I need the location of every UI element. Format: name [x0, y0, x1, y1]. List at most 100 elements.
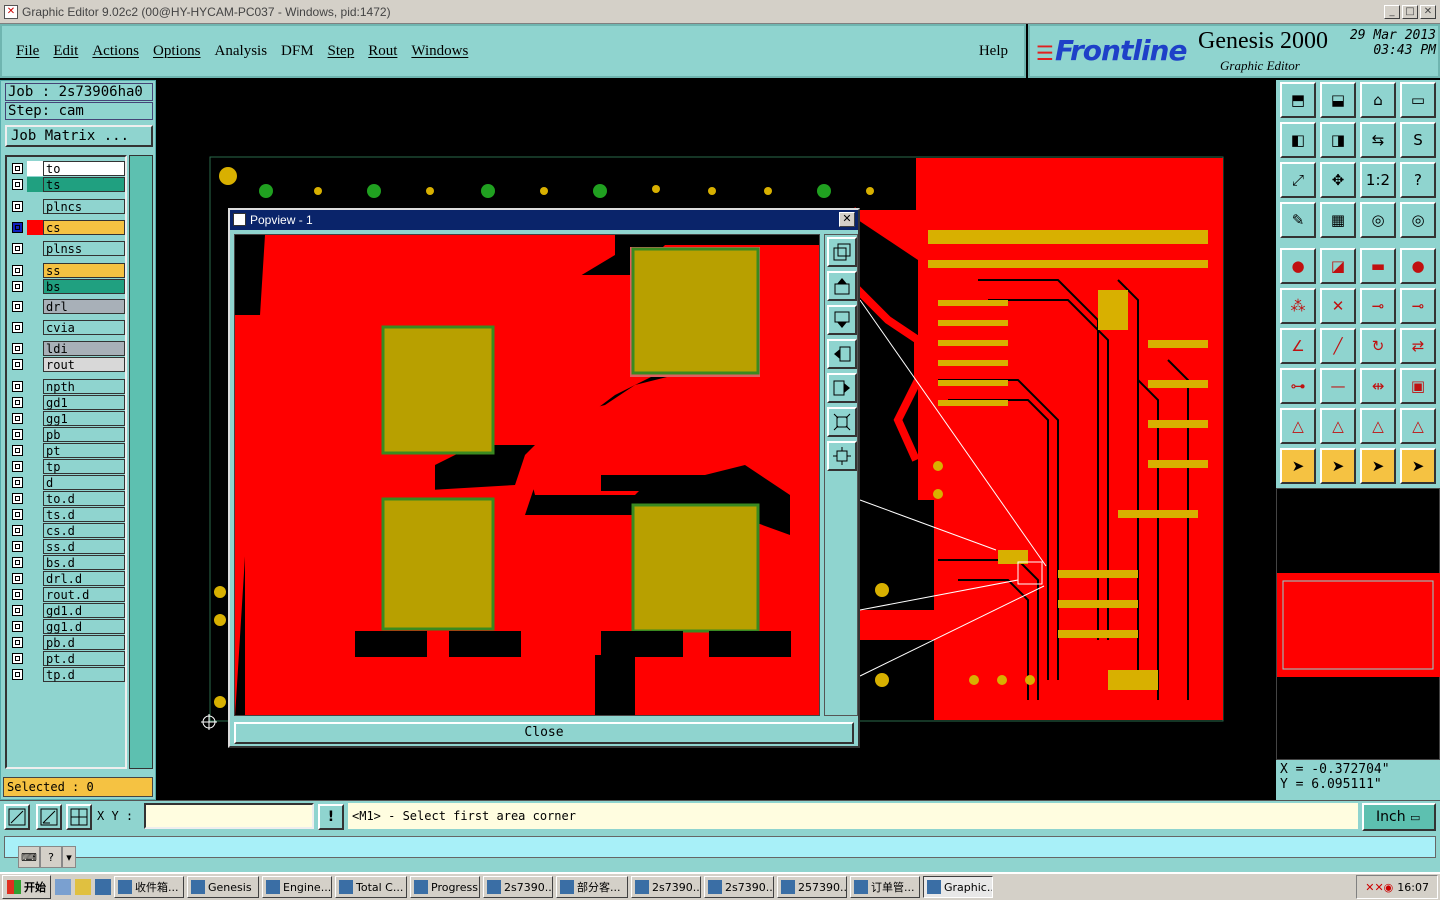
grid-icon[interactable]: ▦ — [1320, 202, 1356, 238]
layer-color-swatch[interactable] — [27, 177, 43, 192]
layer-checkbox[interactable] — [12, 541, 23, 552]
layer-row-tp[interactable]: tp — [9, 459, 125, 474]
layer-color-swatch[interactable] — [27, 635, 43, 650]
layer-checkbox[interactable] — [12, 493, 23, 504]
menu-step[interactable]: Step — [328, 43, 355, 60]
layer-checkbox[interactable] — [12, 301, 23, 312]
save-icon[interactable]: ⬓ — [1320, 82, 1356, 118]
menu-analysis[interactable]: Analysis — [215, 43, 268, 60]
layer-color-swatch[interactable] — [27, 357, 43, 372]
layer-checkbox[interactable] — [12, 413, 23, 424]
ruler-icon[interactable]: ▬ — [1360, 248, 1396, 284]
layer-name[interactable]: tp.d — [43, 667, 125, 682]
select-box-icon[interactable]: ➤ — [1320, 448, 1356, 484]
triangle3-icon[interactable]: △ — [1360, 408, 1396, 444]
ie-icon[interactable] — [95, 879, 111, 895]
layer-name[interactable]: pt — [43, 443, 125, 458]
layer-row-cs-d[interactable]: cs.d — [9, 523, 125, 538]
minimize-button[interactable]: _ — [1384, 4, 1400, 19]
layer-checkbox[interactable] — [12, 163, 23, 174]
triangle-tool-icon[interactable]: △ — [1280, 408, 1316, 444]
layer-name[interactable]: ss — [43, 263, 125, 278]
layer-checkbox[interactable] — [12, 281, 23, 292]
layer-color-swatch[interactable] — [27, 571, 43, 586]
layer-list-scrollbar[interactable] — [129, 155, 153, 769]
select-lasso-icon[interactable]: ➤ — [1360, 448, 1396, 484]
layer-checkbox[interactable] — [12, 525, 23, 536]
task-item[interactable]: 2s7390... — [631, 876, 701, 898]
move-tool-icon[interactable]: ⊶ — [1280, 368, 1316, 404]
snap-s-icon[interactable]: S — [1400, 122, 1436, 158]
angle-tool-icon[interactable]: ∠ — [1280, 328, 1316, 364]
layer-color-swatch[interactable] — [27, 555, 43, 570]
layer-row-to-d[interactable]: to.d — [9, 491, 125, 506]
select-pointer-icon[interactable]: ➤ — [1280, 448, 1316, 484]
layer-checkbox[interactable] — [12, 222, 23, 233]
task-item[interactable]: Total C... — [335, 876, 407, 898]
layer-row-ldi[interactable]: ldi — [9, 341, 125, 356]
shape-tool-icon[interactable]: ◪ — [1320, 248, 1356, 284]
layer-color-swatch[interactable] — [27, 299, 43, 314]
layer-name[interactable]: d — [43, 475, 125, 490]
layer-name[interactable]: ts — [43, 177, 125, 192]
pan-left-icon[interactable]: ◧ — [1280, 122, 1316, 158]
layer-color-swatch[interactable] — [27, 427, 43, 442]
window-title-bar[interactable]: ✕ Graphic Editor 9.02c2 (00@HY-HYCAM-PC0… — [0, 0, 1440, 24]
layer-name[interactable]: to — [43, 161, 125, 176]
select-node-icon[interactable]: ➤ — [1400, 448, 1436, 484]
layer-checkbox[interactable] — [12, 179, 23, 190]
task-item[interactable]: Genesis — [187, 876, 259, 898]
layer-row-gg1-d[interactable]: gg1.d — [9, 619, 125, 634]
layer-row-plnss[interactable]: plnss — [9, 241, 125, 256]
help-query-icon[interactable]: ? — [40, 846, 62, 868]
layer-name[interactable]: gg1.d — [43, 619, 125, 634]
layer-checkbox[interactable] — [12, 322, 23, 333]
layer-color-swatch[interactable] — [27, 341, 43, 356]
layer-name[interactable]: drl.d — [43, 571, 125, 586]
measure-mode-icon[interactable] — [36, 804, 62, 830]
job-matrix-button[interactable]: Job Matrix ... — [5, 125, 153, 147]
triangle4-icon[interactable]: △ — [1400, 408, 1436, 444]
popview-zoom-center-icon[interactable] — [827, 441, 857, 471]
home-view-icon[interactable]: ⌂ — [1360, 82, 1396, 118]
cross-tool-icon[interactable]: ✕ — [1320, 288, 1356, 324]
layer-name[interactable]: bs.d — [43, 555, 125, 570]
layer-row-d[interactable]: d — [9, 475, 125, 490]
zoom-1to2-icon[interactable]: 1:2 — [1360, 162, 1396, 198]
menu-windows[interactable]: Windows — [411, 43, 468, 60]
layer-name[interactable]: plncs — [43, 199, 125, 214]
layer-row-to[interactable]: to — [9, 161, 125, 176]
layer-row-rout-d[interactable]: rout.d — [9, 587, 125, 602]
layer-color-swatch[interactable] — [27, 395, 43, 410]
task-item[interactable]: 订单管... — [850, 876, 920, 898]
layer-name[interactable]: rout.d — [43, 587, 125, 602]
layer-name[interactable]: pb.d — [43, 635, 125, 650]
layer-color-swatch[interactable] — [27, 587, 43, 602]
line-node2-icon[interactable]: ⊸ — [1400, 288, 1436, 324]
popview-pan-left-icon[interactable] — [827, 339, 857, 369]
menu-arrow-icon[interactable]: ▾ — [62, 846, 76, 868]
layer-color-swatch[interactable] — [27, 411, 43, 426]
layer-row-ts[interactable]: ts — [9, 177, 125, 192]
triangle2-icon[interactable]: △ — [1320, 408, 1356, 444]
task-item[interactable]: Graphic... — [923, 876, 993, 898]
window-icon[interactable]: ▭ — [1400, 82, 1436, 118]
layer-color-swatch[interactable] — [27, 507, 43, 522]
popview-copy-icon[interactable] — [827, 237, 857, 267]
menu-actions[interactable]: Actions — [92, 43, 139, 60]
layer-name[interactable]: pt.d — [43, 651, 125, 666]
layer-name[interactable]: gd1.d — [43, 603, 125, 618]
layer-checkbox[interactable] — [12, 243, 23, 254]
layer-row-bs-d[interactable]: bs.d — [9, 555, 125, 570]
layer-name[interactable]: cs — [43, 220, 125, 235]
layer-name[interactable]: plnss — [43, 241, 125, 256]
popview-pan-right-icon[interactable] — [827, 373, 857, 403]
layer-checkbox[interactable] — [12, 477, 23, 488]
layer-color-swatch[interactable] — [27, 667, 43, 682]
layer-checkbox[interactable] — [12, 669, 23, 680]
query-icon[interactable]: ? — [1400, 162, 1436, 198]
layer-checkbox[interactable] — [12, 397, 23, 408]
task-item[interactable]: Engine... — [262, 876, 332, 898]
layer-color-swatch[interactable] — [27, 161, 43, 176]
layer-row-cs[interactable]: cs — [9, 220, 125, 235]
